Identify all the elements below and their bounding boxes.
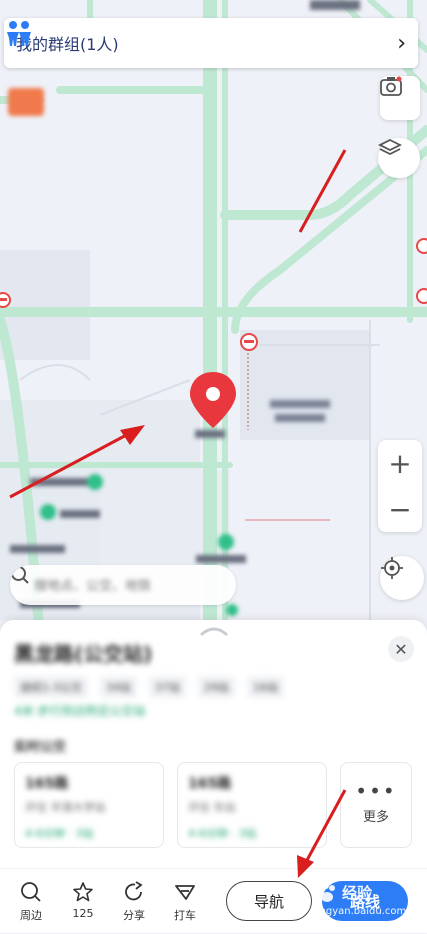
meta-item: 16站 (246, 676, 284, 698)
meta-item: 37站 (148, 676, 186, 698)
search-icon (21, 882, 41, 902)
zoom-out-button[interactable]: − (378, 486, 422, 532)
search-input[interactable] (32, 576, 206, 594)
map-canvas (0, 0, 427, 640)
bus-direction: 开往 东站 (188, 801, 236, 814)
layers-button[interactable] (378, 138, 420, 178)
crosshair-icon (381, 557, 403, 579)
nearby-label: 周边 (20, 909, 42, 922)
search-icon (11, 566, 29, 584)
taxi-label: 打车 (174, 909, 196, 922)
more-dots-icon: ••• (355, 778, 397, 803)
navigate-button[interactable]: 导航 (226, 881, 312, 921)
map-view[interactable]: 我的群组(1人) › + − (0, 0, 427, 640)
section-title: 实时公交 (14, 740, 67, 755)
meta-item: 34站 (99, 676, 137, 698)
chevron-right-icon: › (397, 30, 406, 56)
place-detail-sheet: 黑龙路(公交站) ✕ 途经1-3公交 34站 37站 29站 16站 4米·步行… (0, 620, 427, 933)
group-bar-label: 我的群组(1人) (16, 35, 119, 54)
close-button[interactable]: ✕ (388, 636, 414, 662)
locate-button[interactable] (380, 556, 424, 600)
star-icon (73, 882, 93, 902)
meta-item: 途经1-3公交 (14, 676, 88, 698)
zoom-control: + − (378, 440, 422, 532)
camera-button[interactable] (380, 76, 420, 120)
more-button[interactable]: ••• 更多 (340, 762, 412, 848)
stop-meta-row: 途经1-3公交 34站 37站 29站 16站 (14, 676, 284, 698)
bus-eta: 4-6分钟 · 3站 (188, 827, 257, 840)
bus-card[interactable]: 165路 开往 东站 4-6分钟 · 3站 (177, 762, 327, 848)
more-label: 更多 (362, 809, 389, 825)
favorite-count: 125 (72, 907, 94, 920)
bottom-toolbar: 周边 125 分享 打车 导航 路线 (0, 868, 427, 934)
taxi-button[interactable]: 打车 (162, 881, 208, 923)
share-button[interactable]: 分享 (111, 881, 157, 923)
layers-icon (378, 138, 402, 156)
bus-line: 165路 (188, 776, 232, 792)
bus-direction: 开往 华清大学站 (25, 801, 106, 814)
bus-eta: 4-6分钟 · 3站 (25, 827, 94, 840)
map-search-box[interactable] (10, 565, 236, 605)
share-icon (125, 881, 143, 901)
nearby-button[interactable]: 周边 (8, 881, 54, 923)
zoom-in-button[interactable]: + (378, 440, 422, 486)
meta-item: 29站 (197, 676, 235, 698)
route-button[interactable]: 路线 (322, 881, 408, 921)
distance-text: 4米·步行到达附近公交站 (14, 704, 146, 718)
stop-name: 黑龙路(公交站) (14, 642, 153, 666)
bus-line: 165路 (25, 776, 69, 792)
favorite-button[interactable]: 125 (60, 881, 106, 920)
bus-card[interactable]: 165路 开往 华清大学站 4-6分钟 · 3站 (14, 762, 164, 848)
group-people-icon (7, 21, 31, 46)
close-icon: ✕ (394, 639, 408, 659)
share-label: 分享 (123, 909, 145, 922)
group-bar[interactable]: 我的群组(1人) › (4, 18, 418, 68)
sheet-handle-icon[interactable] (200, 624, 228, 636)
camera-icon (380, 76, 402, 96)
taxi-icon (175, 885, 195, 900)
